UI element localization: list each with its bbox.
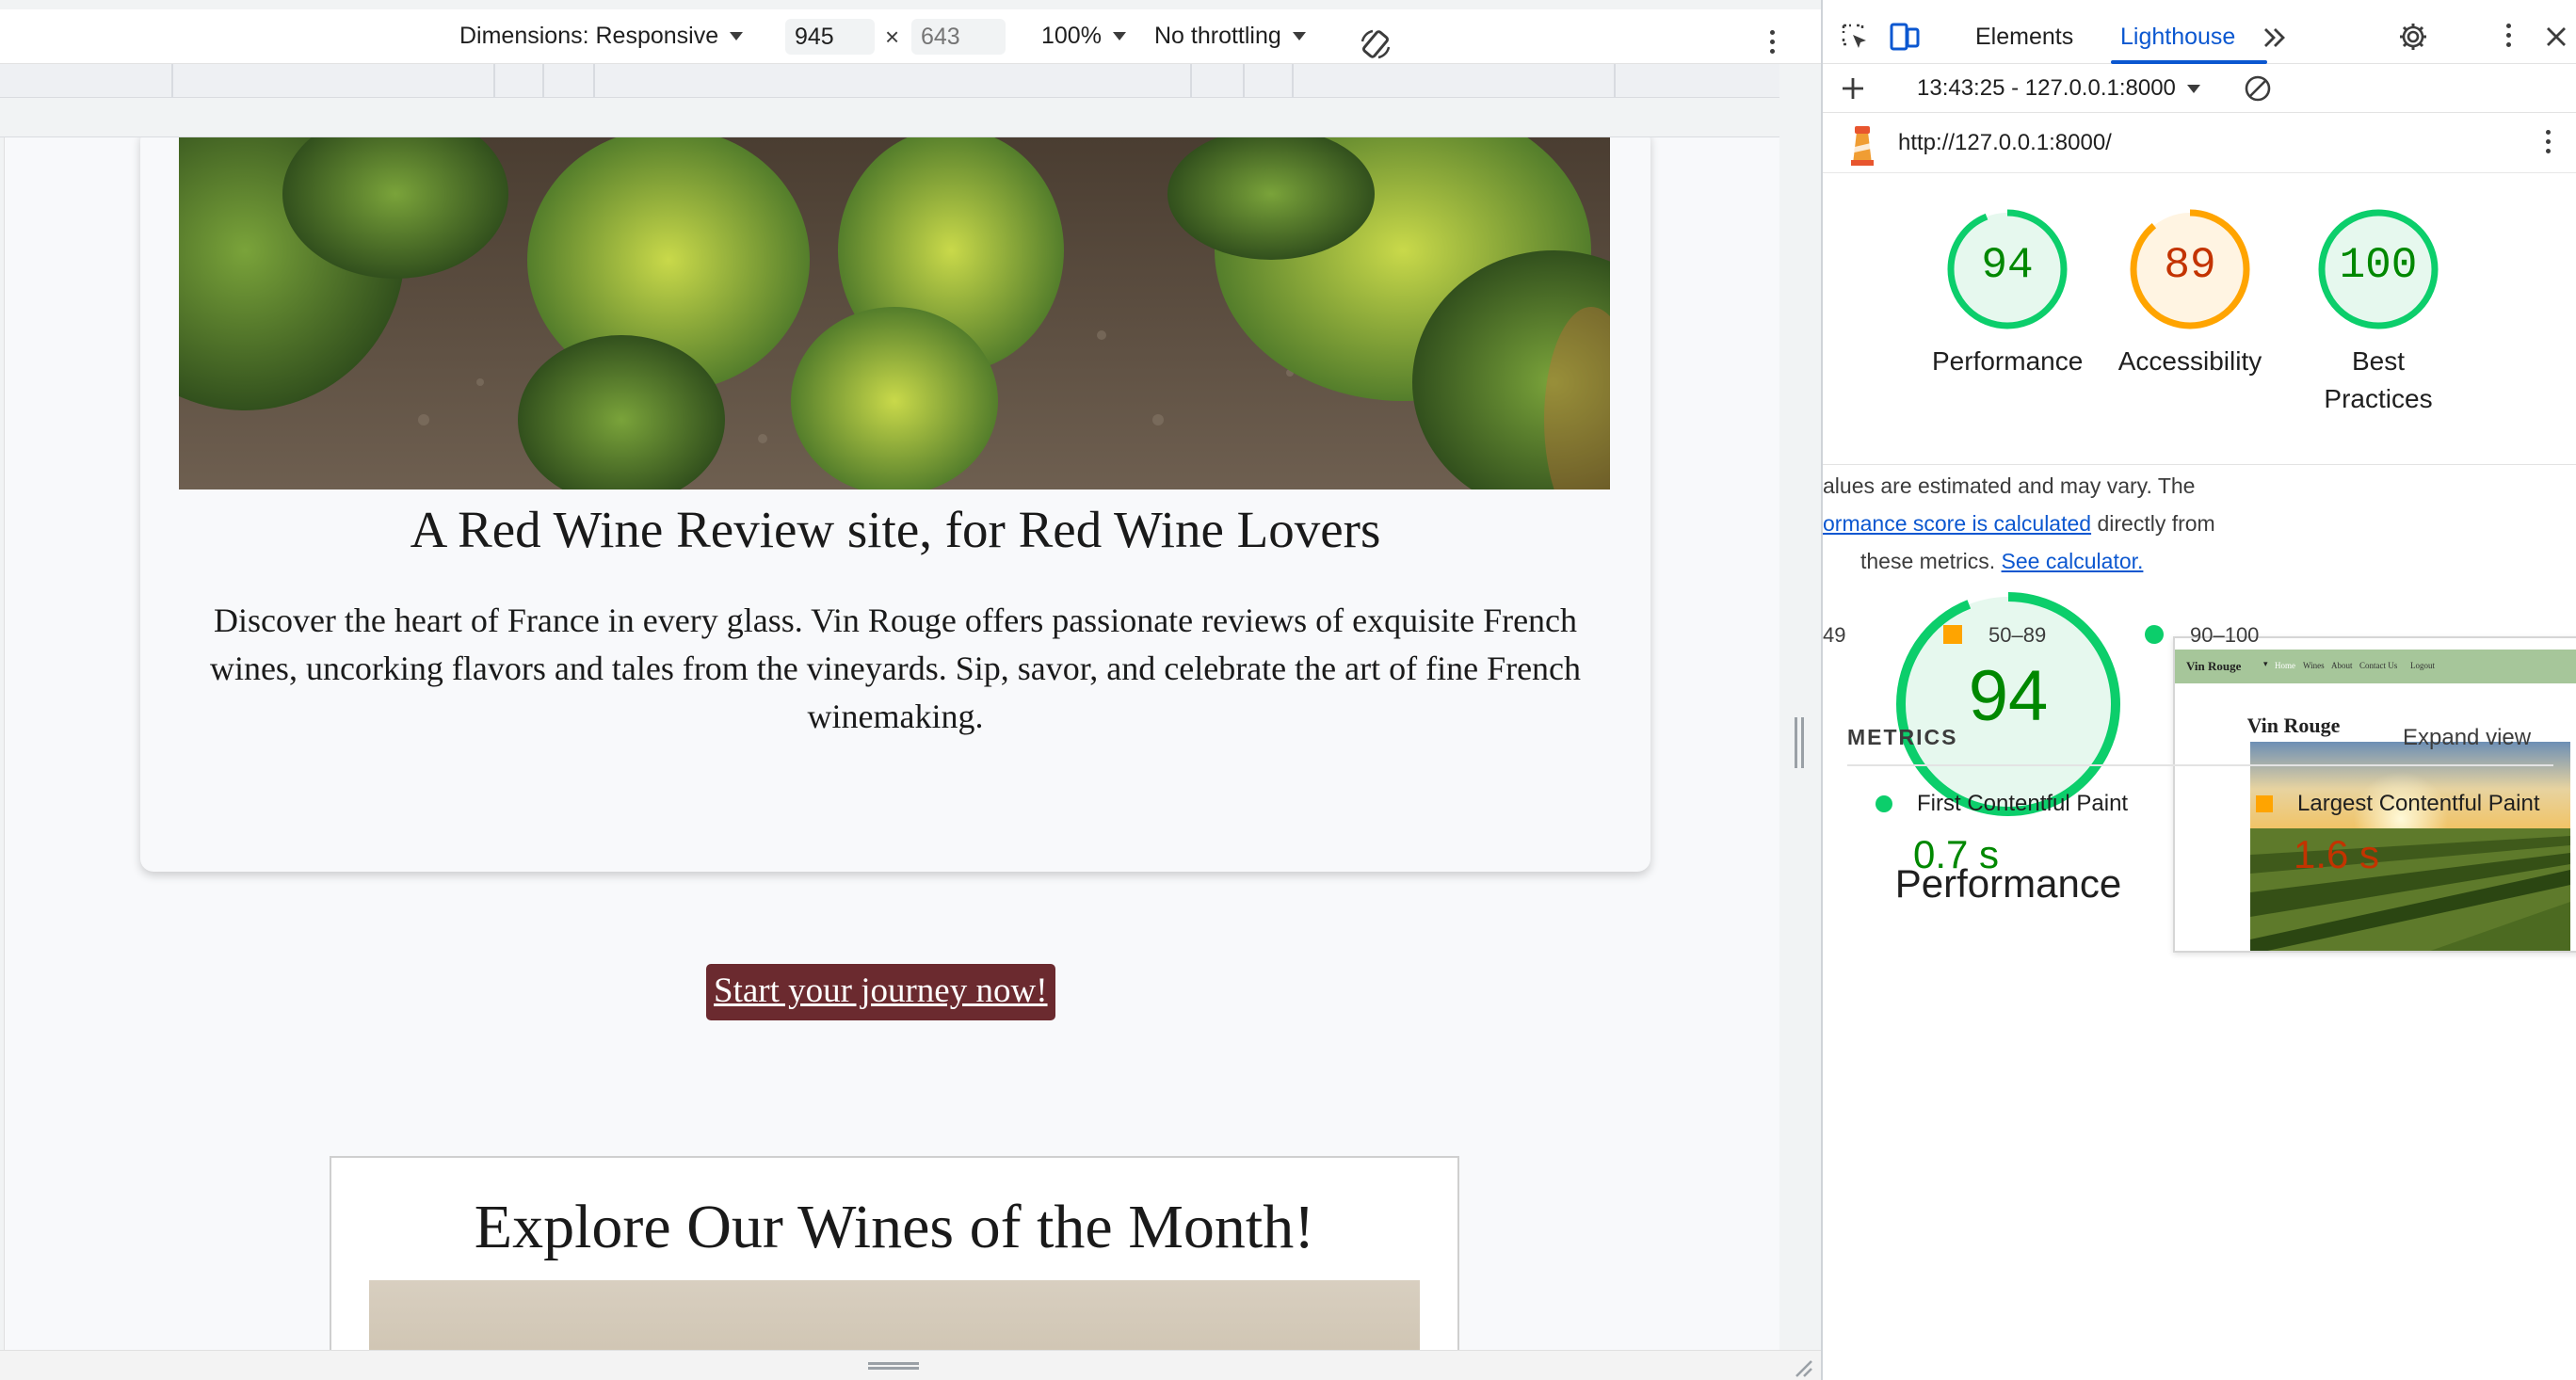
vineyard-image-art	[179, 137, 1610, 489]
wines-title: Explore Our Wines of the Month!	[474, 1193, 1315, 1261]
hero-title: A Red Wine Review site, for Red Wine Lov…	[410, 501, 1381, 558]
thumbnail-nav-item: Contact Us	[2359, 661, 2398, 670]
ruler-bar	[0, 98, 1779, 137]
devtools-panel: Elements Lighthouse 13:43:25 - 127.0.0.1…	[1821, 0, 2576, 1380]
thumbnail-nav-item: Logout	[2410, 661, 2435, 670]
gauge-score: 94	[1981, 241, 2034, 290]
times-sign: ×	[885, 23, 900, 51]
width-input[interactable]	[785, 19, 875, 55]
device-toolbar-icon[interactable]	[1889, 22, 1921, 52]
thumbnail-nav-item: Home	[2275, 661, 2295, 670]
legend-pass-circle-icon	[2145, 625, 2164, 644]
bottom-resize-handle[interactable]	[0, 1350, 1821, 1380]
customize-devtools-icon[interactable]	[2506, 24, 2511, 47]
gauge-label: Best Practices	[2324, 346, 2433, 413]
device-toolbar: Dimensions: Responsive × 100% No throttl…	[0, 9, 1821, 64]
throttling-label: No throttling	[1154, 23, 1281, 49]
summary-gauges: 94 Performance 89 Accessibility 100 Best…	[1823, 173, 2576, 465]
hero-description: Discover the heart of France in every gl…	[209, 602, 1582, 735]
report-selector[interactable]: 13:43:25 - 127.0.0.1:8000	[1917, 75, 2200, 102]
note-line-2: directly from	[2091, 511, 2215, 536]
media-query-bar[interactable]	[0, 64, 1779, 98]
vineyard-image	[179, 137, 1610, 489]
gauge-best-practices[interactable]: 100 Best Practices	[2294, 207, 2463, 418]
metrics-header: METRICS	[1847, 725, 1958, 749]
metric-value: 1.6 s	[2294, 832, 2380, 876]
gauge-score: 89	[2164, 241, 2216, 290]
note-line-1: alues are estimated and may vary. The	[1823, 473, 2196, 498]
thumbnail-nav-item: Wines	[2303, 661, 2325, 670]
devtools-tabbar: Elements Lighthouse	[1823, 9, 2576, 64]
metric-name: First Contentful Paint	[1917, 791, 2129, 816]
zoom-dropdown[interactable]: 100%	[1041, 23, 1126, 50]
score-legend: 49 50–89 90–100	[1823, 618, 2576, 655]
wines-of-month-card: Explore Our Wines of the Month!	[330, 1156, 1459, 1350]
settings-gear-icon[interactable]	[2397, 21, 2429, 53]
legend-average-square-icon	[1943, 625, 1962, 644]
new-report-plus-icon[interactable]	[1840, 75, 1866, 102]
height-input[interactable]	[911, 19, 1006, 55]
tab-lighthouse[interactable]: Lighthouse	[2120, 24, 2235, 51]
gauge-performance[interactable]: 94 Performance	[1932, 207, 2083, 380]
gauge-label: Performance	[1932, 346, 2084, 376]
dimensions-dropdown[interactable]: Dimensions: Responsive	[459, 23, 744, 50]
report-selector-label: 13:43:25 - 127.0.0.1:8000	[1917, 75, 2176, 101]
resize-corner-icon[interactable]	[1791, 1356, 1813, 1378]
throttling-dropdown[interactable]: No throttling	[1154, 23, 1306, 50]
expand-view-toggle[interactable]: Expand view	[2403, 725, 2531, 751]
metrics-divider	[1847, 764, 2553, 766]
gauge-score: 100	[2339, 241, 2418, 290]
gauge-accessibility[interactable]: 89 Accessibility	[2115, 207, 2265, 380]
lighthouse-report-bar: 13:43:25 - 127.0.0.1:8000	[1823, 64, 2576, 113]
metric-pass-circle-icon	[1876, 795, 1892, 812]
close-icon[interactable]	[2544, 24, 2568, 49]
chevron-down-icon	[730, 32, 744, 40]
device-emulation-pane: Dimensions: Responsive × 100% No throttl…	[0, 0, 1821, 1380]
thumbnail-nav-item: About	[2331, 661, 2353, 670]
chevron-down-icon	[1292, 32, 1306, 40]
wine-bottle-image	[369, 1280, 1420, 1350]
legend-average-label: 50–89	[1988, 623, 2047, 647]
wine-bottle-art	[369, 1280, 1420, 1350]
more-tabs-icon[interactable]	[2262, 25, 2288, 50]
lighthouse-logo-icon	[1851, 126, 1874, 166]
inspect-element-icon[interactable]	[1840, 22, 1870, 52]
thumbnail-title: Vin Rouge	[2246, 714, 2341, 737]
metric-average-square-icon	[2256, 795, 2273, 812]
zoom-label: 100%	[1041, 23, 1102, 49]
audited-url: http://127.0.0.1:8000/	[1898, 130, 2112, 155]
pane-resize-handle[interactable]	[1795, 717, 1804, 768]
clear-block-icon[interactable]	[2243, 73, 2273, 104]
score-calculated-link[interactable]: ormance score is calculated	[1823, 511, 2091, 536]
performance-detail: 94 Performance Vin Rouge ▾ Home Wines Ab…	[1823, 467, 2576, 1380]
note-line-3: these metrics.	[1860, 549, 1996, 573]
metric-name: Largest Contentful Paint	[2297, 791, 2540, 816]
chevron-down-icon	[1112, 32, 1126, 40]
rotate-icon[interactable]	[1360, 28, 1392, 60]
page-viewport: A Red Wine Review site, for Red Wine Lov…	[4, 137, 1779, 1350]
metric-value: 0.7 s	[1913, 832, 2000, 876]
more-options-icon[interactable]	[1770, 30, 1775, 54]
thumbnail-brand: Vin Rouge	[2186, 659, 2242, 673]
metric-first-contentful-paint: First Contentful Paint 0.7 s	[1876, 791, 2128, 877]
legend-fail-label: 49	[1823, 623, 1846, 647]
metric-largest-contentful-paint: Largest Contentful Paint 1.6 s	[2256, 791, 2540, 877]
chevron-down-icon	[2186, 84, 2200, 93]
dimensions-label: Dimensions: Responsive	[459, 23, 719, 49]
tab-elements[interactable]: Elements	[1975, 24, 2073, 51]
report-menu-icon[interactable]	[2546, 130, 2551, 153]
see-calculator-link[interactable]: See calculator.	[2002, 549, 2144, 573]
lighthouse-url-bar: http://127.0.0.1:8000/	[1823, 113, 2576, 173]
gauge-label: Accessibility	[2117, 346, 2262, 376]
start-journey-button[interactable]: Start your journey now!	[706, 964, 1055, 1020]
legend-pass-label: 90–100	[2190, 623, 2260, 647]
